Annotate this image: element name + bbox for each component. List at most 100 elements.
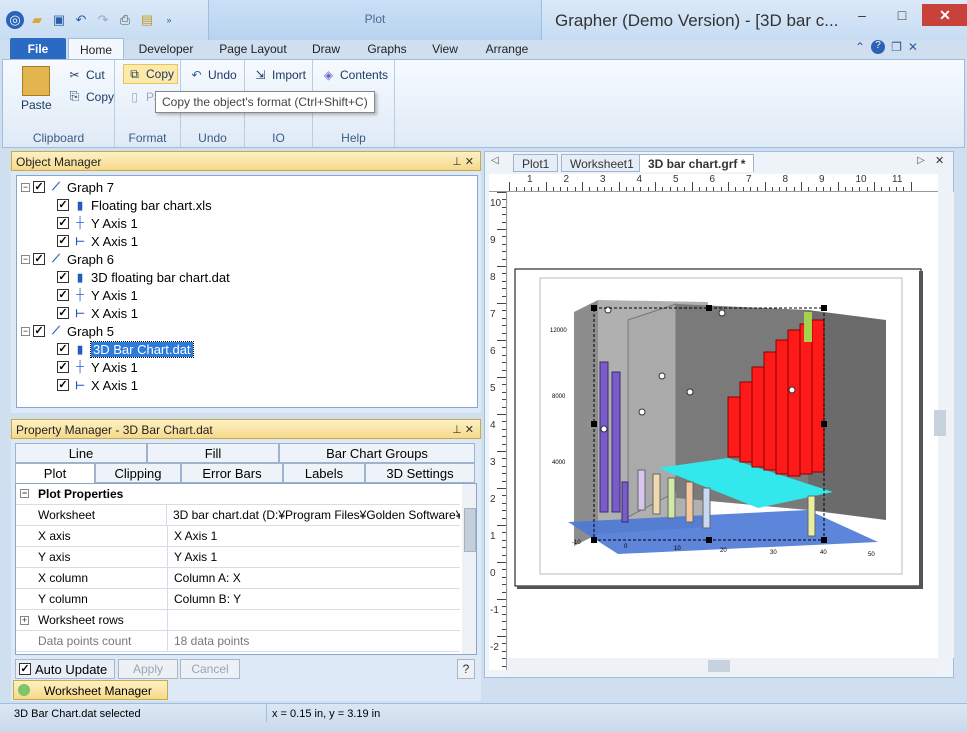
visibility-checkbox[interactable]: ✓ — [57, 235, 69, 247]
tab-3d-settings[interactable]: 3D Settings — [365, 463, 475, 483]
expand-collapse-icon[interactable]: − — [21, 254, 30, 264]
print-icon[interactable]: ⎙ — [116, 11, 134, 29]
tab-bar-chart-groups[interactable]: Bar Chart Groups — [279, 443, 475, 463]
property-value[interactable] — [168, 610, 174, 630]
undo-button[interactable]: ↶ Undo — [189, 67, 236, 82]
property-row[interactable]: Y column Column B: Y — [16, 589, 460, 610]
tree-item[interactable]: ✓ ⊢ X Axis 1 — [57, 304, 138, 322]
tab-line[interactable]: Line — [15, 443, 147, 463]
property-value[interactable]: Column B: Y — [168, 589, 241, 609]
paste-button[interactable]: Paste — [21, 66, 52, 112]
tab-arrange[interactable]: Arrange — [478, 38, 536, 60]
doc-tab-worksheet1[interactable]: Worksheet1 — [561, 154, 643, 172]
customize-qat-icon[interactable]: » — [160, 11, 178, 29]
tab-file[interactable]: File — [10, 38, 66, 60]
expand-collapse-icon[interactable]: − — [21, 326, 30, 336]
resize-handle[interactable] — [706, 305, 712, 311]
tree-item[interactable]: ✓ ▮ 3D floating bar chart.dat — [57, 268, 230, 286]
doc-tab-close-icon[interactable]: ✕ — [935, 154, 944, 167]
new-icon[interactable]: ▤ — [138, 11, 156, 29]
visibility-checkbox[interactable]: ✓ — [57, 271, 69, 283]
redo-icon[interactable]: ↷ — [94, 11, 112, 29]
resize-handle[interactable] — [821, 537, 827, 543]
resize-handle[interactable] — [591, 305, 597, 311]
tab-home[interactable]: Home — [68, 38, 124, 60]
collapse-ribbon-icon[interactable]: ⌃ — [855, 40, 865, 54]
visibility-checkbox[interactable]: ✓ — [57, 307, 69, 319]
property-value[interactable]: 3D bar chart.dat (D:¥Program Files¥Golde… — [167, 505, 460, 525]
scroll-thumb[interactable] — [464, 508, 476, 552]
visibility-checkbox[interactable]: ✓ — [33, 325, 45, 337]
property-value[interactable]: Column A: X — [168, 568, 241, 588]
pin-close-icons[interactable]: ⊥ ✕ — [452, 155, 474, 168]
tree-item[interactable]: ✓ ┼ Y Axis 1 — [57, 286, 138, 304]
format-copy-button[interactable]: ⧉ Copy — [123, 64, 179, 84]
resize-handle[interactable] — [821, 305, 827, 311]
property-row[interactable]: Worksheet 3D bar chart.dat (D:¥Program Fi… — [16, 505, 460, 526]
expand-collapse-icon[interactable]: − — [21, 182, 30, 192]
property-value[interactable]: Y Axis 1 — [168, 547, 217, 567]
tree-item[interactable]: ✓ ▮ 3D Bar Chart.dat — [57, 340, 194, 358]
tab-fill[interactable]: Fill — [147, 443, 279, 463]
property-row[interactable]: + Worksheet rows — [16, 610, 460, 631]
doc-tab-plot1[interactable]: Plot1 — [513, 154, 559, 172]
tab-graphs[interactable]: Graphs — [360, 38, 414, 60]
tab-developer[interactable]: Developer — [132, 38, 200, 60]
undo-icon[interactable]: ↶ — [72, 11, 90, 29]
auto-update-checkbox[interactable]: ✓ Auto Update — [15, 659, 115, 679]
tab-error-bars[interactable]: Error Bars — [181, 463, 283, 483]
canvas-hscroll[interactable] — [508, 658, 938, 674]
property-value[interactable]: X Axis 1 — [168, 526, 217, 546]
cut-button[interactable]: ✂ Cut — [67, 67, 104, 82]
tab-labels[interactable]: Labels — [283, 463, 365, 483]
doc-tab-3d-bar-chart[interactable]: 3D bar chart.grf * — [639, 154, 755, 172]
maximize-button[interactable]: □ — [882, 4, 922, 26]
resize-handle[interactable] — [821, 421, 827, 427]
tree-item[interactable]: − ✓ ⟋ Graph 5 — [21, 322, 114, 340]
tab-scroll-left-icon[interactable]: ◁ — [491, 155, 499, 166]
property-row[interactable]: X column Column A: X — [16, 568, 460, 589]
apply-button[interactable]: Apply — [118, 659, 178, 679]
hscroll-thumb[interactable] — [708, 660, 730, 672]
app-logo-icon[interactable]: ◎ — [6, 11, 24, 29]
visibility-checkbox[interactable]: ✓ — [33, 181, 45, 193]
doc-close-icon[interactable]: ✕ — [908, 40, 918, 54]
visibility-checkbox[interactable]: ✓ — [57, 379, 69, 391]
property-row[interactable]: Data points count 18 data points — [16, 631, 460, 652]
collapse-icon[interactable]: − — [20, 489, 29, 498]
visibility-checkbox[interactable]: ✓ — [57, 199, 69, 211]
tab-page-layout[interactable]: Page Layout — [212, 38, 294, 60]
tree-item[interactable]: ✓ ⊢ X Axis 1 — [57, 376, 138, 394]
open-icon[interactable]: ▰ — [28, 11, 46, 29]
tree-item[interactable]: ✓ ▮ Floating bar chart.xls — [57, 196, 212, 214]
pin-close-icons[interactable]: ⊥ ✕ — [452, 423, 474, 436]
visibility-checkbox[interactable]: ✓ — [57, 289, 69, 301]
resize-handle[interactable] — [591, 537, 597, 543]
tree-item[interactable]: − ✓ ⟋ Graph 7 — [21, 178, 114, 196]
import-button[interactable]: ⇲ Import — [253, 67, 306, 82]
contents-button[interactable]: ◈ Contents — [321, 67, 388, 82]
expand-icon[interactable]: + — [20, 616, 29, 625]
visibility-checkbox[interactable]: ✓ — [57, 217, 69, 229]
property-scrollbar[interactable] — [462, 484, 476, 654]
resize-handle[interactable] — [591, 421, 597, 427]
tab-clipping[interactable]: Clipping — [95, 463, 181, 483]
help-icon[interactable]: ? — [871, 40, 886, 54]
tree-item[interactable]: − ✓ ⟋ Graph 6 — [21, 250, 114, 268]
tab-plot[interactable]: Plot — [15, 463, 95, 483]
cancel-button[interactable]: Cancel — [180, 659, 240, 679]
property-row[interactable]: Y axis Y Axis 1 — [16, 547, 460, 568]
visibility-checkbox[interactable]: ✓ — [33, 253, 45, 265]
close-button[interactable]: ✕ — [922, 4, 967, 26]
restore-icon[interactable]: ❐ — [891, 40, 902, 54]
copy-button[interactable]: ⎘ Copy — [67, 89, 114, 104]
minimize-button[interactable]: – — [842, 4, 882, 26]
tab-draw[interactable]: Draw — [304, 38, 348, 60]
worksheet-manager-tab[interactable]: Worksheet Manager — [13, 680, 168, 700]
property-value[interactable]: 18 data points — [168, 631, 249, 651]
visibility-checkbox[interactable]: ✓ — [57, 361, 69, 373]
tab-scroll-right-icon[interactable]: ▷ — [917, 155, 925, 166]
tree-item[interactable]: ✓ ⊢ X Axis 1 — [57, 232, 138, 250]
section-plot-properties[interactable]: − Plot Properties — [16, 484, 460, 505]
visibility-checkbox[interactable]: ✓ — [57, 343, 69, 355]
